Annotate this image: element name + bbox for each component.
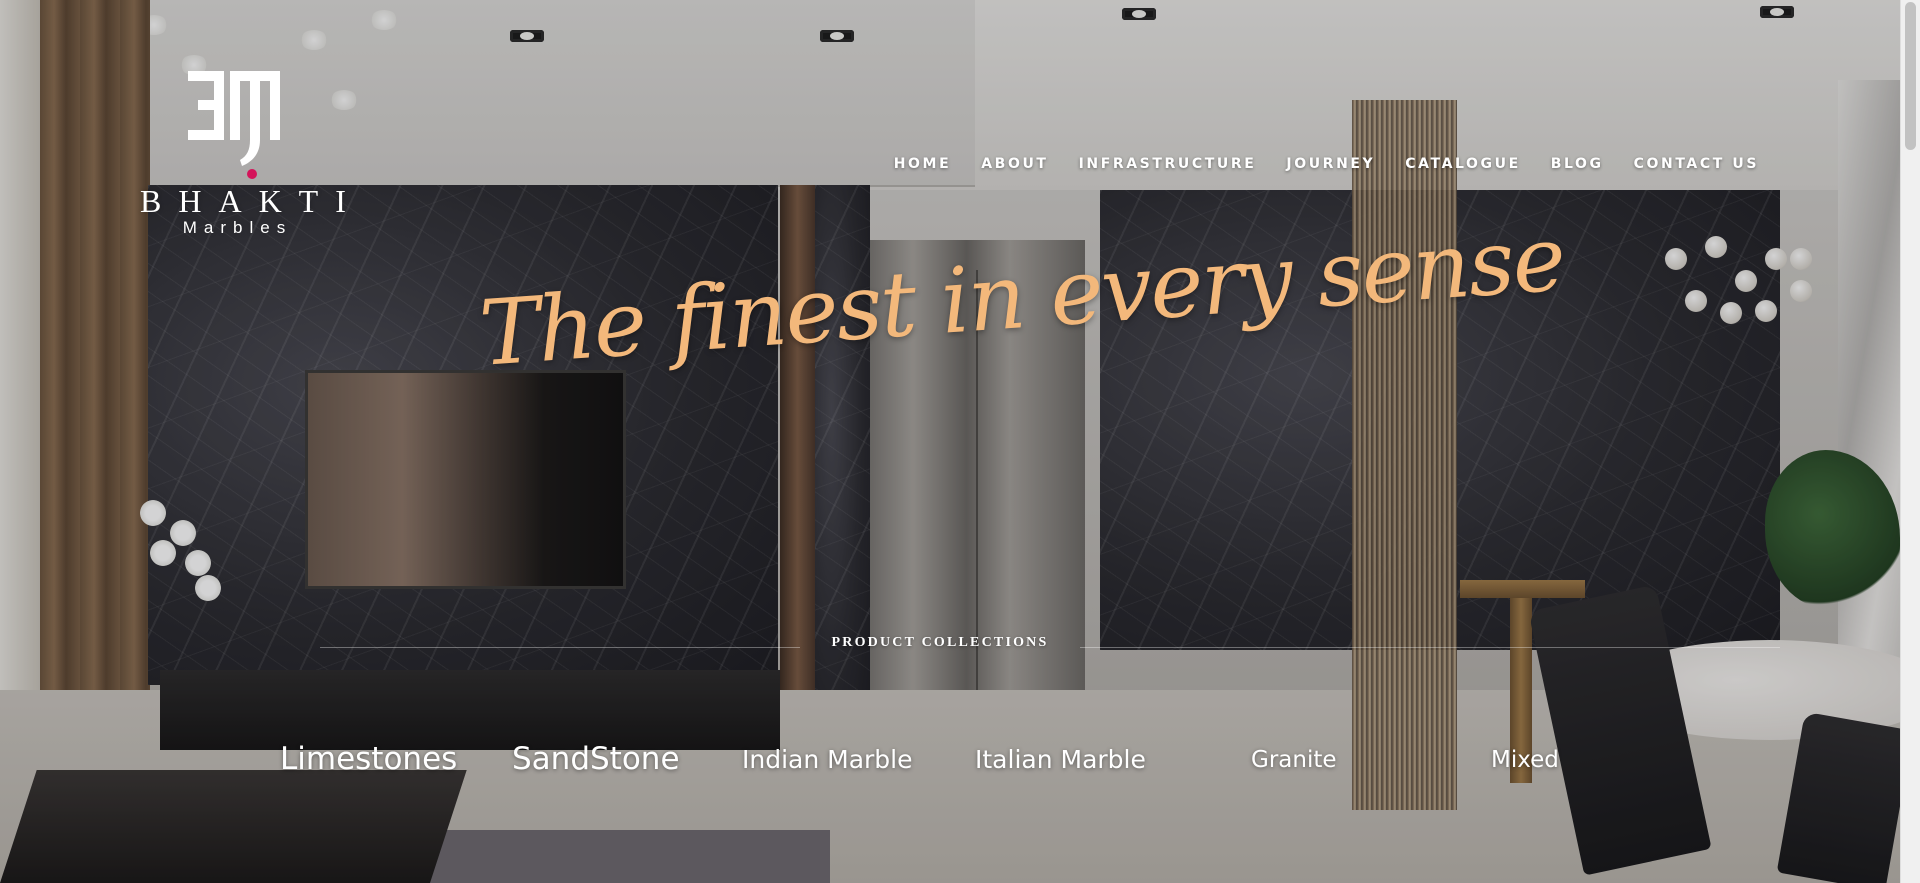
collection-limestones-link[interactable]: Limestones (280, 741, 457, 777)
collection-granite-link[interactable]: Granite (1251, 747, 1337, 773)
nav-blog[interactable]: BLOG (1536, 152, 1619, 176)
divider-line (1080, 647, 1780, 648)
collection-indian-marble-link[interactable]: Indian Marble (742, 745, 913, 774)
brand-subname: Marbles (182, 218, 293, 237)
brand-logo[interactable]: BHAKTI Marbles (126, 68, 363, 253)
nav-about[interactable]: ABOUT (966, 152, 1063, 176)
divider-line (320, 647, 800, 648)
nav-catalogue[interactable]: CATALOGUE (1390, 152, 1535, 176)
collection-mixed-link[interactable]: Mixed (1491, 747, 1559, 773)
nav-infrastructure[interactable]: INFRASTRUCTURE (1064, 152, 1272, 176)
product-collections-title: PRODUCT COLLECTIONS (831, 635, 1049, 650)
collection-sandstone-link[interactable]: SandStone (512, 741, 680, 777)
scrollbar-thumb[interactable] (1905, 2, 1916, 150)
brand-name: BHAKTI (140, 183, 363, 219)
product-collections-header: PRODUCT COLLECTIONS (0, 635, 1900, 655)
nav-journey[interactable]: JOURNEY (1271, 152, 1390, 176)
page: BHAKTI Marbles HOME ABOUT INFRASTRUCTURE… (0, 0, 1920, 883)
vertical-scrollbar[interactable] (1900, 0, 1920, 883)
nav-contact-us[interactable]: CONTACT US (1619, 152, 1774, 176)
bhakti-monogram-icon (187, 71, 280, 179)
nav-home[interactable]: HOME (879, 152, 967, 176)
collection-italian-marble-link[interactable]: Italian Marble (975, 745, 1146, 774)
main-navigation: HOME ABOUT INFRASTRUCTURE JOURNEY CATALO… (879, 152, 1774, 176)
brand-accent-dot (246, 169, 257, 179)
